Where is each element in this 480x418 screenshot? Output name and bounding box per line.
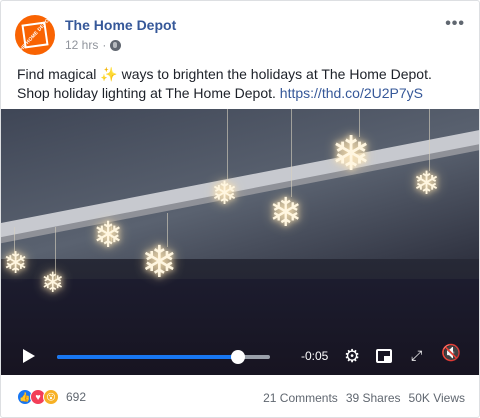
progress-bar[interactable] bbox=[57, 350, 270, 364]
post-footer: 👍 ♥ 😮 692 21 Comments 39 Shares 50K View… bbox=[1, 375, 479, 417]
reactions[interactable]: 👍 ♥ 😮 692 bbox=[17, 389, 86, 405]
expand-icon[interactable]: ⤢ bbox=[411, 348, 422, 362]
wow-reaction-icon: 😮 bbox=[43, 389, 59, 405]
page-name[interactable]: The Home Depot bbox=[65, 17, 176, 33]
snowflake-light: ❄ bbox=[269, 191, 303, 235]
post-link[interactable]: https://thd.co/2U2P7yS bbox=[280, 85, 423, 101]
light-wire bbox=[227, 109, 228, 181]
post-meta: 12 hrs · bbox=[65, 38, 122, 52]
light-wire bbox=[429, 109, 430, 171]
snowflake-light: ❄ bbox=[141, 238, 178, 287]
reaction-count[interactable]: 692 bbox=[66, 390, 86, 404]
post-stats: 21 Comments 39 Shares 50K Views bbox=[263, 391, 465, 405]
post-time[interactable]: 12 hrs bbox=[65, 38, 98, 52]
progress-handle[interactable] bbox=[231, 350, 246, 364]
meta-separator: · bbox=[102, 38, 107, 52]
snowflake-light: ❄ bbox=[331, 128, 372, 181]
avatar[interactable]: THE HOME DEPOT bbox=[15, 15, 55, 55]
more-options-button[interactable]: ••• bbox=[445, 15, 465, 33]
globe-icon[interactable] bbox=[110, 39, 122, 51]
home-depot-logo-icon: THE HOME DEPOT bbox=[16, 15, 54, 55]
progress-fill bbox=[57, 355, 239, 359]
video-player[interactable]: ❄ ❄ ❄ ❄ ❄ ❄ ❄ ❄ -0:05 ⚙ ⤢ 🔇 bbox=[1, 109, 479, 375]
shares-count[interactable]: 39 Shares bbox=[346, 391, 401, 405]
light-wire bbox=[291, 109, 292, 197]
post-text-part1: Find magical bbox=[17, 66, 101, 82]
picture-in-picture-icon[interactable] bbox=[376, 349, 392, 363]
snowflake-light: ❄ bbox=[41, 267, 65, 298]
post-card: THE HOME DEPOT The Home Depot 12 hrs · •… bbox=[0, 0, 480, 418]
post-header: THE HOME DEPOT The Home Depot 12 hrs · •… bbox=[1, 1, 479, 57]
comments-count[interactable]: 21 Comments bbox=[263, 391, 338, 405]
play-icon[interactable] bbox=[23, 349, 35, 363]
video-controls: -0:05 ⚙ ⤢ 🔇 bbox=[1, 337, 479, 375]
gear-icon[interactable]: ⚙ bbox=[344, 347, 360, 365]
time-remaining: -0:05 bbox=[301, 349, 329, 363]
views-count: 50K Views bbox=[408, 391, 465, 405]
mute-icon[interactable]: 🔇 bbox=[441, 346, 461, 362]
snowflake-light: ❄ bbox=[211, 175, 238, 211]
snowflake-light: ❄ bbox=[3, 247, 29, 280]
snowflake-light: ❄ bbox=[93, 214, 124, 255]
post-text: Find magical ✨ ways to brighten the holi… bbox=[17, 65, 467, 103]
snowflake-light: ❄ bbox=[413, 165, 440, 201]
sparkles-emoji: ✨ bbox=[100, 66, 118, 82]
